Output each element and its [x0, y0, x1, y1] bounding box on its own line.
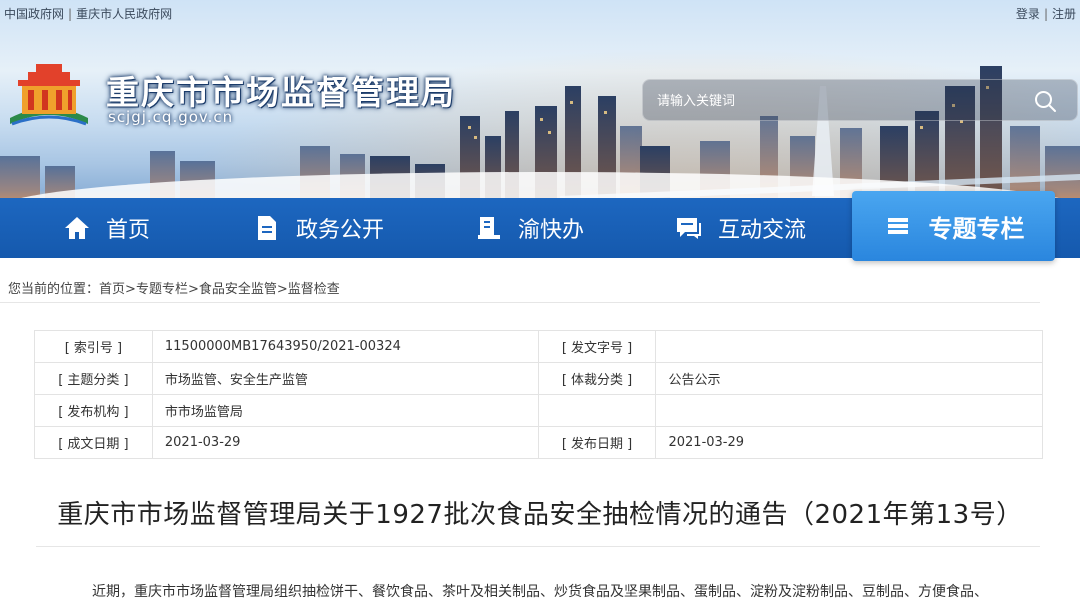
- breadcrumb-home[interactable]: 首页: [99, 282, 125, 297]
- list-icon: [883, 211, 913, 241]
- table-row: [ 发布机构 ] 市市场监管局: [34, 394, 1043, 427]
- top-links-separator: |: [68, 7, 73, 21]
- cq-gov-site-link[interactable]: 重庆市人民政府网: [76, 7, 172, 21]
- article-title: 重庆市市场监督管理局关于1927批次食品安全抽检情况的通告（2021年第13号）: [57, 500, 1023, 530]
- search-box: [642, 79, 1078, 121]
- nav-item-label: 政务公开: [296, 218, 385, 243]
- top-links-right: 登录 | 注册: [1016, 5, 1076, 22]
- home-icon: [62, 213, 92, 243]
- genre-category-label: [ 体裁分类 ]: [537, 362, 657, 395]
- breadcrumb-special-topics[interactable]: 专题专栏: [136, 282, 188, 297]
- gov-emblem-logo: [10, 64, 88, 126]
- breadcrumb-separator: >: [125, 282, 136, 297]
- publish-date-value: 2021-03-29: [655, 426, 1043, 459]
- empty-value-cell: [655, 394, 1043, 427]
- breadcrumb-separator: >: [187, 282, 199, 297]
- written-date-value: 2021-03-29: [151, 426, 539, 459]
- genre-category-value: 公告公示: [655, 362, 1043, 395]
- top-links-left: 中国政府网 | 重庆市人民政府网: [4, 5, 172, 22]
- title-divider: [36, 546, 1040, 547]
- register-link[interactable]: 注册: [1052, 7, 1076, 21]
- document-number-value: [655, 330, 1043, 363]
- topic-category-value: 市场监管、安全生产监管: [151, 362, 539, 395]
- index-number-value: 11500000MB17643950/2021-00324: [151, 330, 539, 363]
- nav-item-label: 互动交流: [718, 218, 807, 243]
- document-number-label: [ 发文字号 ]: [537, 330, 657, 363]
- service-icon: [474, 213, 504, 243]
- chat-icon: [674, 213, 704, 243]
- site-title: 重庆市市场监督管理局: [106, 73, 456, 112]
- search-input[interactable]: [657, 89, 1017, 113]
- gov-site-link[interactable]: 中国政府网: [4, 7, 64, 21]
- table-row: [ 主题分类 ] 市场监管、安全生产监管 [ 体裁分类 ] 公告公示: [34, 362, 1043, 395]
- table-row: [ 成文日期 ] 2021-03-29 [ 发布日期 ] 2021-03-29: [34, 426, 1043, 459]
- article-body: 近期，重庆市市场监督管理局组织抽检饼干、餐饮食品、茶叶及相关制品、炒货食品及坚果…: [92, 584, 988, 600]
- nav-item-yukuaiban[interactable]: 渝快办: [474, 198, 584, 258]
- nav-item-special-topics[interactable]: 专题专栏: [852, 191, 1055, 261]
- breadcrumb-divider: [0, 302, 1040, 303]
- publisher-label: [ 发布机构 ]: [34, 394, 153, 427]
- topic-category-label: [ 主题分类 ]: [34, 362, 153, 395]
- site-domain: scjgj.cq.gov.cn: [108, 108, 234, 126]
- nav-item-label: 首页: [106, 218, 151, 243]
- publish-date-label: [ 发布日期 ]: [537, 426, 657, 459]
- nav-item-gov-affairs[interactable]: 政务公开: [252, 198, 384, 258]
- login-link[interactable]: 登录: [1016, 7, 1040, 21]
- breadcrumb-food-safety[interactable]: 食品安全监管: [199, 282, 277, 297]
- breadcrumb-inspection[interactable]: 监督检查: [288, 282, 340, 297]
- nav-item-interaction[interactable]: 互动交流: [674, 198, 806, 258]
- document-info-table: [ 索引号 ] 11500000MB17643950/2021-00324 [ …: [34, 330, 1043, 459]
- nav-item-label: 渝快办: [518, 218, 585, 243]
- written-date-label: [ 成文日期 ]: [34, 426, 153, 459]
- breadcrumb-prefix: 您当前的位置：: [8, 282, 100, 297]
- empty-label-cell: [537, 394, 657, 427]
- nav-item-home[interactable]: 首页: [62, 198, 150, 258]
- publisher-value: 市市场监管局: [151, 394, 539, 427]
- breadcrumb-separator: >: [276, 282, 288, 297]
- document-icon: [252, 213, 282, 243]
- search-icon[interactable]: [1033, 89, 1057, 113]
- index-number-label: [ 索引号 ]: [34, 330, 153, 363]
- table-row: [ 索引号 ] 11500000MB17643950/2021-00324 [ …: [34, 330, 1043, 363]
- auth-links-separator: |: [1043, 7, 1048, 21]
- breadcrumb: 您当前的位置：首页>专题专栏>食品安全监管>监督检查: [8, 278, 340, 297]
- nav-item-label: 专题专栏: [928, 214, 1025, 243]
